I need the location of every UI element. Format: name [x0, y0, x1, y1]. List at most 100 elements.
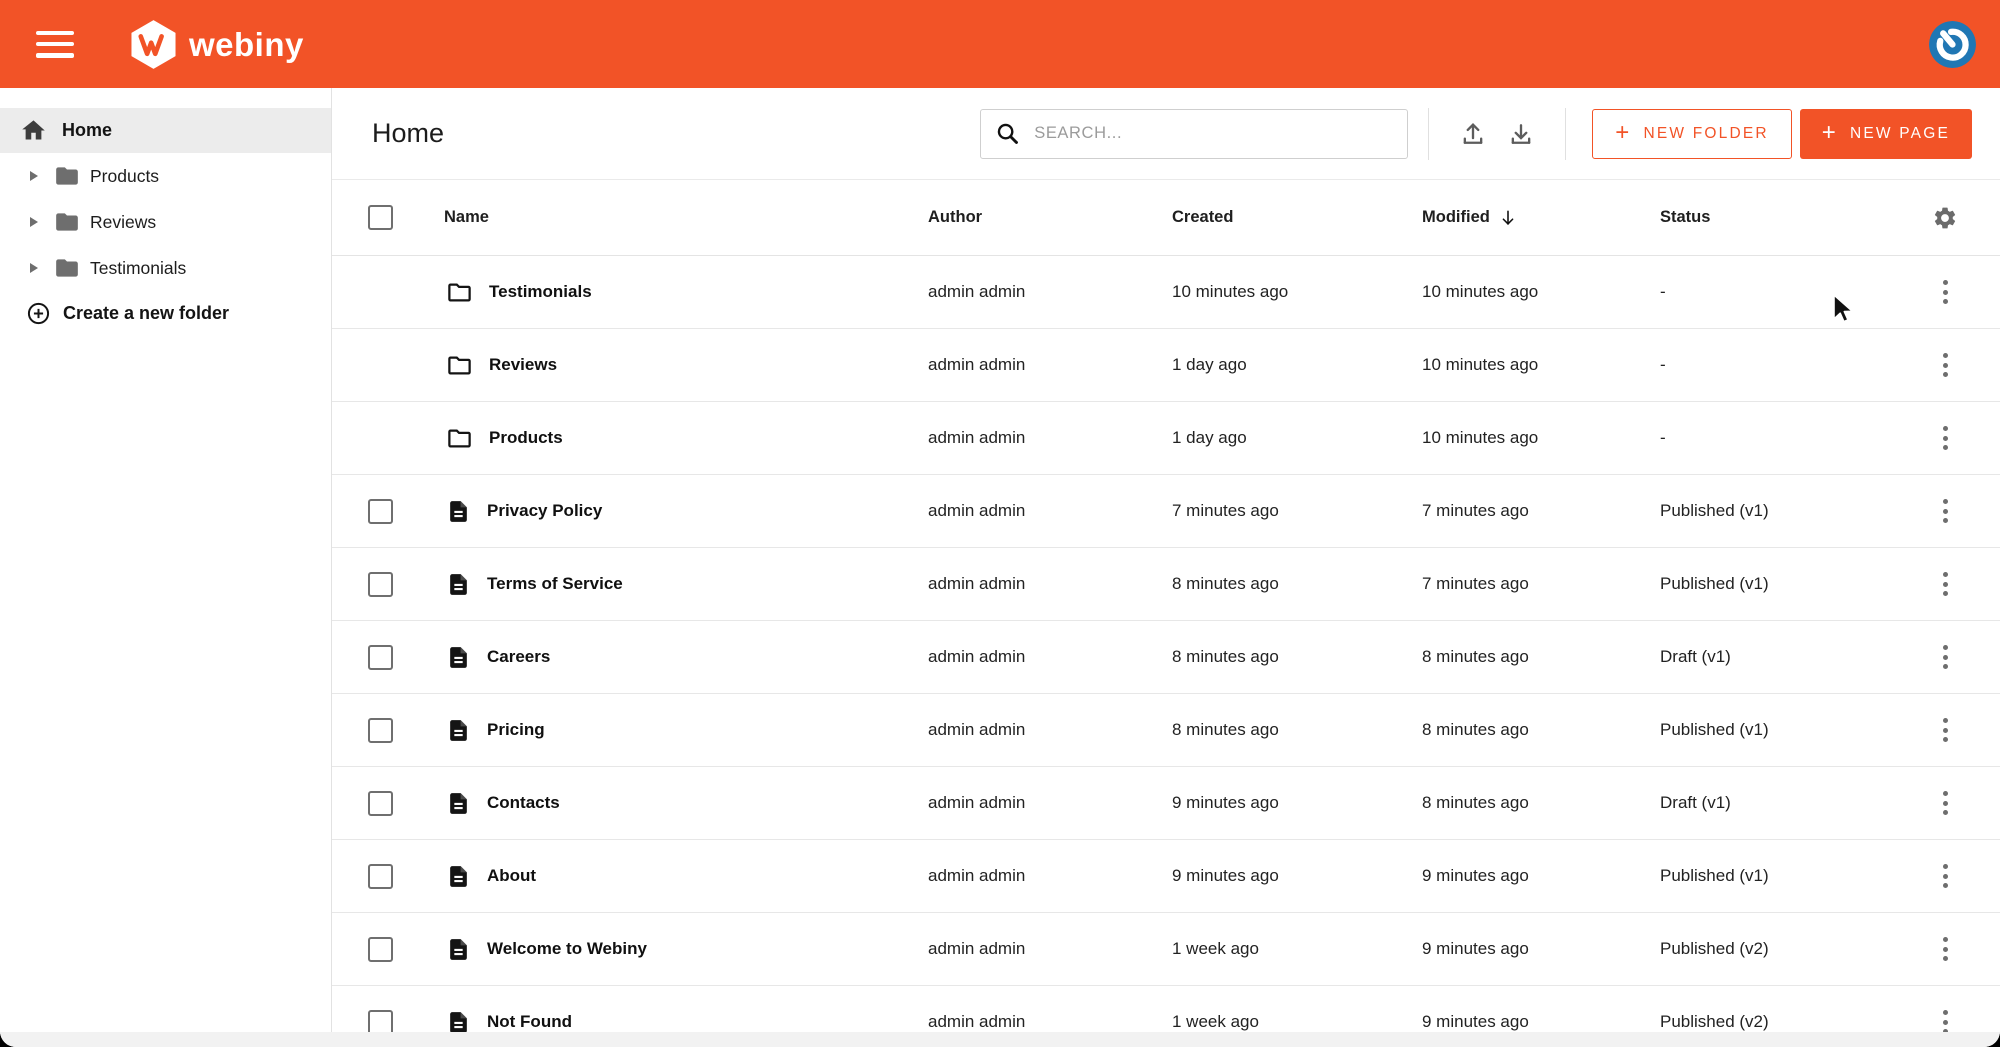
create-folder-label: Create a new folder [63, 303, 229, 324]
row-checkbox[interactable] [368, 718, 393, 743]
new-folder-button[interactable]: + NEW FOLDER [1592, 109, 1792, 159]
row-name-link[interactable]: Pricing [487, 720, 545, 740]
page-icon [446, 717, 471, 744]
page-icon [446, 790, 471, 817]
table-header-row: Name Author Created Modified Status [332, 180, 2000, 256]
avatar-power-icon [1929, 21, 1976, 68]
row-modified: 9 minutes ago [1422, 939, 1660, 959]
sidebar-home-label: Home [62, 120, 112, 141]
user-avatar[interactable] [1929, 21, 1976, 68]
row-modified: 10 minutes ago [1422, 428, 1660, 448]
bottom-scroll-strip[interactable] [0, 1032, 2000, 1047]
column-header-created[interactable]: Created [1172, 208, 1422, 227]
new-page-button[interactable]: + NEW PAGE [1800, 109, 1972, 159]
column-header-author[interactable]: Author [928, 208, 1172, 227]
table-row[interactable]: Privacy Policy admin admin 7 minutes ago… [332, 475, 2000, 548]
row-menu-button[interactable] [1935, 564, 1956, 604]
webiny-logo[interactable]: webiny [130, 19, 304, 70]
row-name-link[interactable]: Careers [487, 647, 550, 667]
sidebar-folder-products[interactable]: Products [0, 153, 331, 199]
column-header-modified[interactable]: Modified [1422, 208, 1660, 228]
row-status: Published (v2) [1660, 1012, 1890, 1032]
row-status: Published (v1) [1660, 501, 1890, 521]
caret-right-icon[interactable] [30, 171, 38, 181]
row-author: admin admin [928, 282, 1172, 302]
row-menu-button[interactable] [1935, 272, 1956, 312]
row-status: Published (v2) [1660, 939, 1890, 959]
row-checkbox[interactable] [368, 791, 393, 816]
row-modified: 8 minutes ago [1422, 720, 1660, 740]
row-checkbox[interactable] [368, 499, 393, 524]
row-name-link[interactable]: Reviews [489, 355, 557, 375]
row-name-link[interactable]: Terms of Service [487, 574, 623, 594]
table-row[interactable]: Careers admin admin 8 minutes ago 8 minu… [332, 621, 2000, 694]
select-all-checkbox[interactable] [368, 205, 393, 230]
row-created: 8 minutes ago [1172, 647, 1422, 667]
row-name-link[interactable]: Contacts [487, 793, 560, 813]
folder-icon [446, 279, 473, 306]
export-download-button[interactable] [1497, 110, 1545, 158]
row-status: - [1660, 355, 1890, 375]
row-author: admin admin [928, 574, 1172, 594]
table-settings-button[interactable] [1932, 205, 1958, 231]
row-menu-button[interactable] [1935, 783, 1956, 823]
search-input[interactable] [1032, 123, 1393, 144]
column-header-status[interactable]: Status [1660, 208, 1890, 227]
caret-right-icon[interactable] [30, 263, 38, 273]
caret-right-icon[interactable] [30, 217, 38, 227]
row-modified: 10 minutes ago [1422, 355, 1660, 375]
hamburger-menu-icon[interactable] [36, 31, 74, 58]
table-row[interactable]: Terms of Service admin admin 8 minutes a… [332, 548, 2000, 621]
row-modified: 7 minutes ago [1422, 501, 1660, 521]
row-checkbox[interactable] [368, 937, 393, 962]
row-author: admin admin [928, 501, 1172, 521]
table-row[interactable]: Contacts admin admin 9 minutes ago 8 min… [332, 767, 2000, 840]
row-status: Draft (v1) [1660, 647, 1890, 667]
table-row[interactable]: Reviews admin admin 1 day ago 10 minutes… [332, 329, 2000, 402]
table-row[interactable]: Testimonials admin admin 10 minutes ago … [332, 256, 2000, 329]
sidebar-folder-label: Reviews [90, 212, 156, 233]
row-author: admin admin [928, 1012, 1172, 1032]
page-title: Home [372, 118, 444, 149]
row-name-link[interactable]: Testimonials [489, 282, 592, 302]
row-menu-button[interactable] [1935, 856, 1956, 896]
row-created: 1 week ago [1172, 939, 1422, 959]
upload-icon [1459, 120, 1487, 148]
row-menu-button[interactable] [1935, 637, 1956, 677]
sidebar-folder-testimonials[interactable]: Testimonials [0, 245, 331, 291]
divider [1428, 108, 1429, 160]
create-new-folder-button[interactable]: Create a new folder [0, 301, 331, 326]
table-row[interactable]: Products admin admin 1 day ago 10 minute… [332, 402, 2000, 475]
table-row[interactable]: Welcome to Webiny admin admin 1 week ago… [332, 913, 2000, 986]
search-box[interactable] [980, 109, 1408, 159]
row-name-link[interactable]: Welcome to Webiny [487, 939, 647, 959]
import-upload-button[interactable] [1449, 110, 1497, 158]
row-name-link[interactable]: Products [489, 428, 563, 448]
row-name-link[interactable]: Privacy Policy [487, 501, 602, 521]
row-created: 1 day ago [1172, 428, 1422, 448]
row-menu-button[interactable] [1935, 345, 1956, 385]
row-name-link[interactable]: About [487, 866, 536, 886]
row-created: 9 minutes ago [1172, 866, 1422, 886]
sidebar-item-home[interactable]: Home [0, 108, 331, 153]
gear-icon [1932, 205, 1958, 231]
pages-table: Name Author Created Modified Status [332, 180, 2000, 1047]
row-checkbox[interactable] [368, 1010, 393, 1035]
sidebar-folder-reviews[interactable]: Reviews [0, 199, 331, 245]
row-checkbox[interactable] [368, 864, 393, 889]
new-page-label: NEW PAGE [1850, 125, 1950, 143]
row-menu-button[interactable] [1935, 710, 1956, 750]
row-checkbox[interactable] [368, 572, 393, 597]
app-window: webiny Home [0, 0, 2000, 1047]
sidebar-folder-label: Products [90, 166, 159, 187]
row-menu-button[interactable] [1935, 929, 1956, 969]
table-row[interactable]: About admin admin 9 minutes ago 9 minute… [332, 840, 2000, 913]
row-menu-button[interactable] [1935, 491, 1956, 531]
column-header-name[interactable]: Name [444, 208, 489, 227]
sidebar: Home Products Reviews [0, 88, 332, 1047]
row-created: 1 day ago [1172, 355, 1422, 375]
row-name-link[interactable]: Not Found [487, 1012, 572, 1032]
row-menu-button[interactable] [1935, 418, 1956, 458]
table-row[interactable]: Pricing admin admin 8 minutes ago 8 minu… [332, 694, 2000, 767]
row-checkbox[interactable] [368, 645, 393, 670]
